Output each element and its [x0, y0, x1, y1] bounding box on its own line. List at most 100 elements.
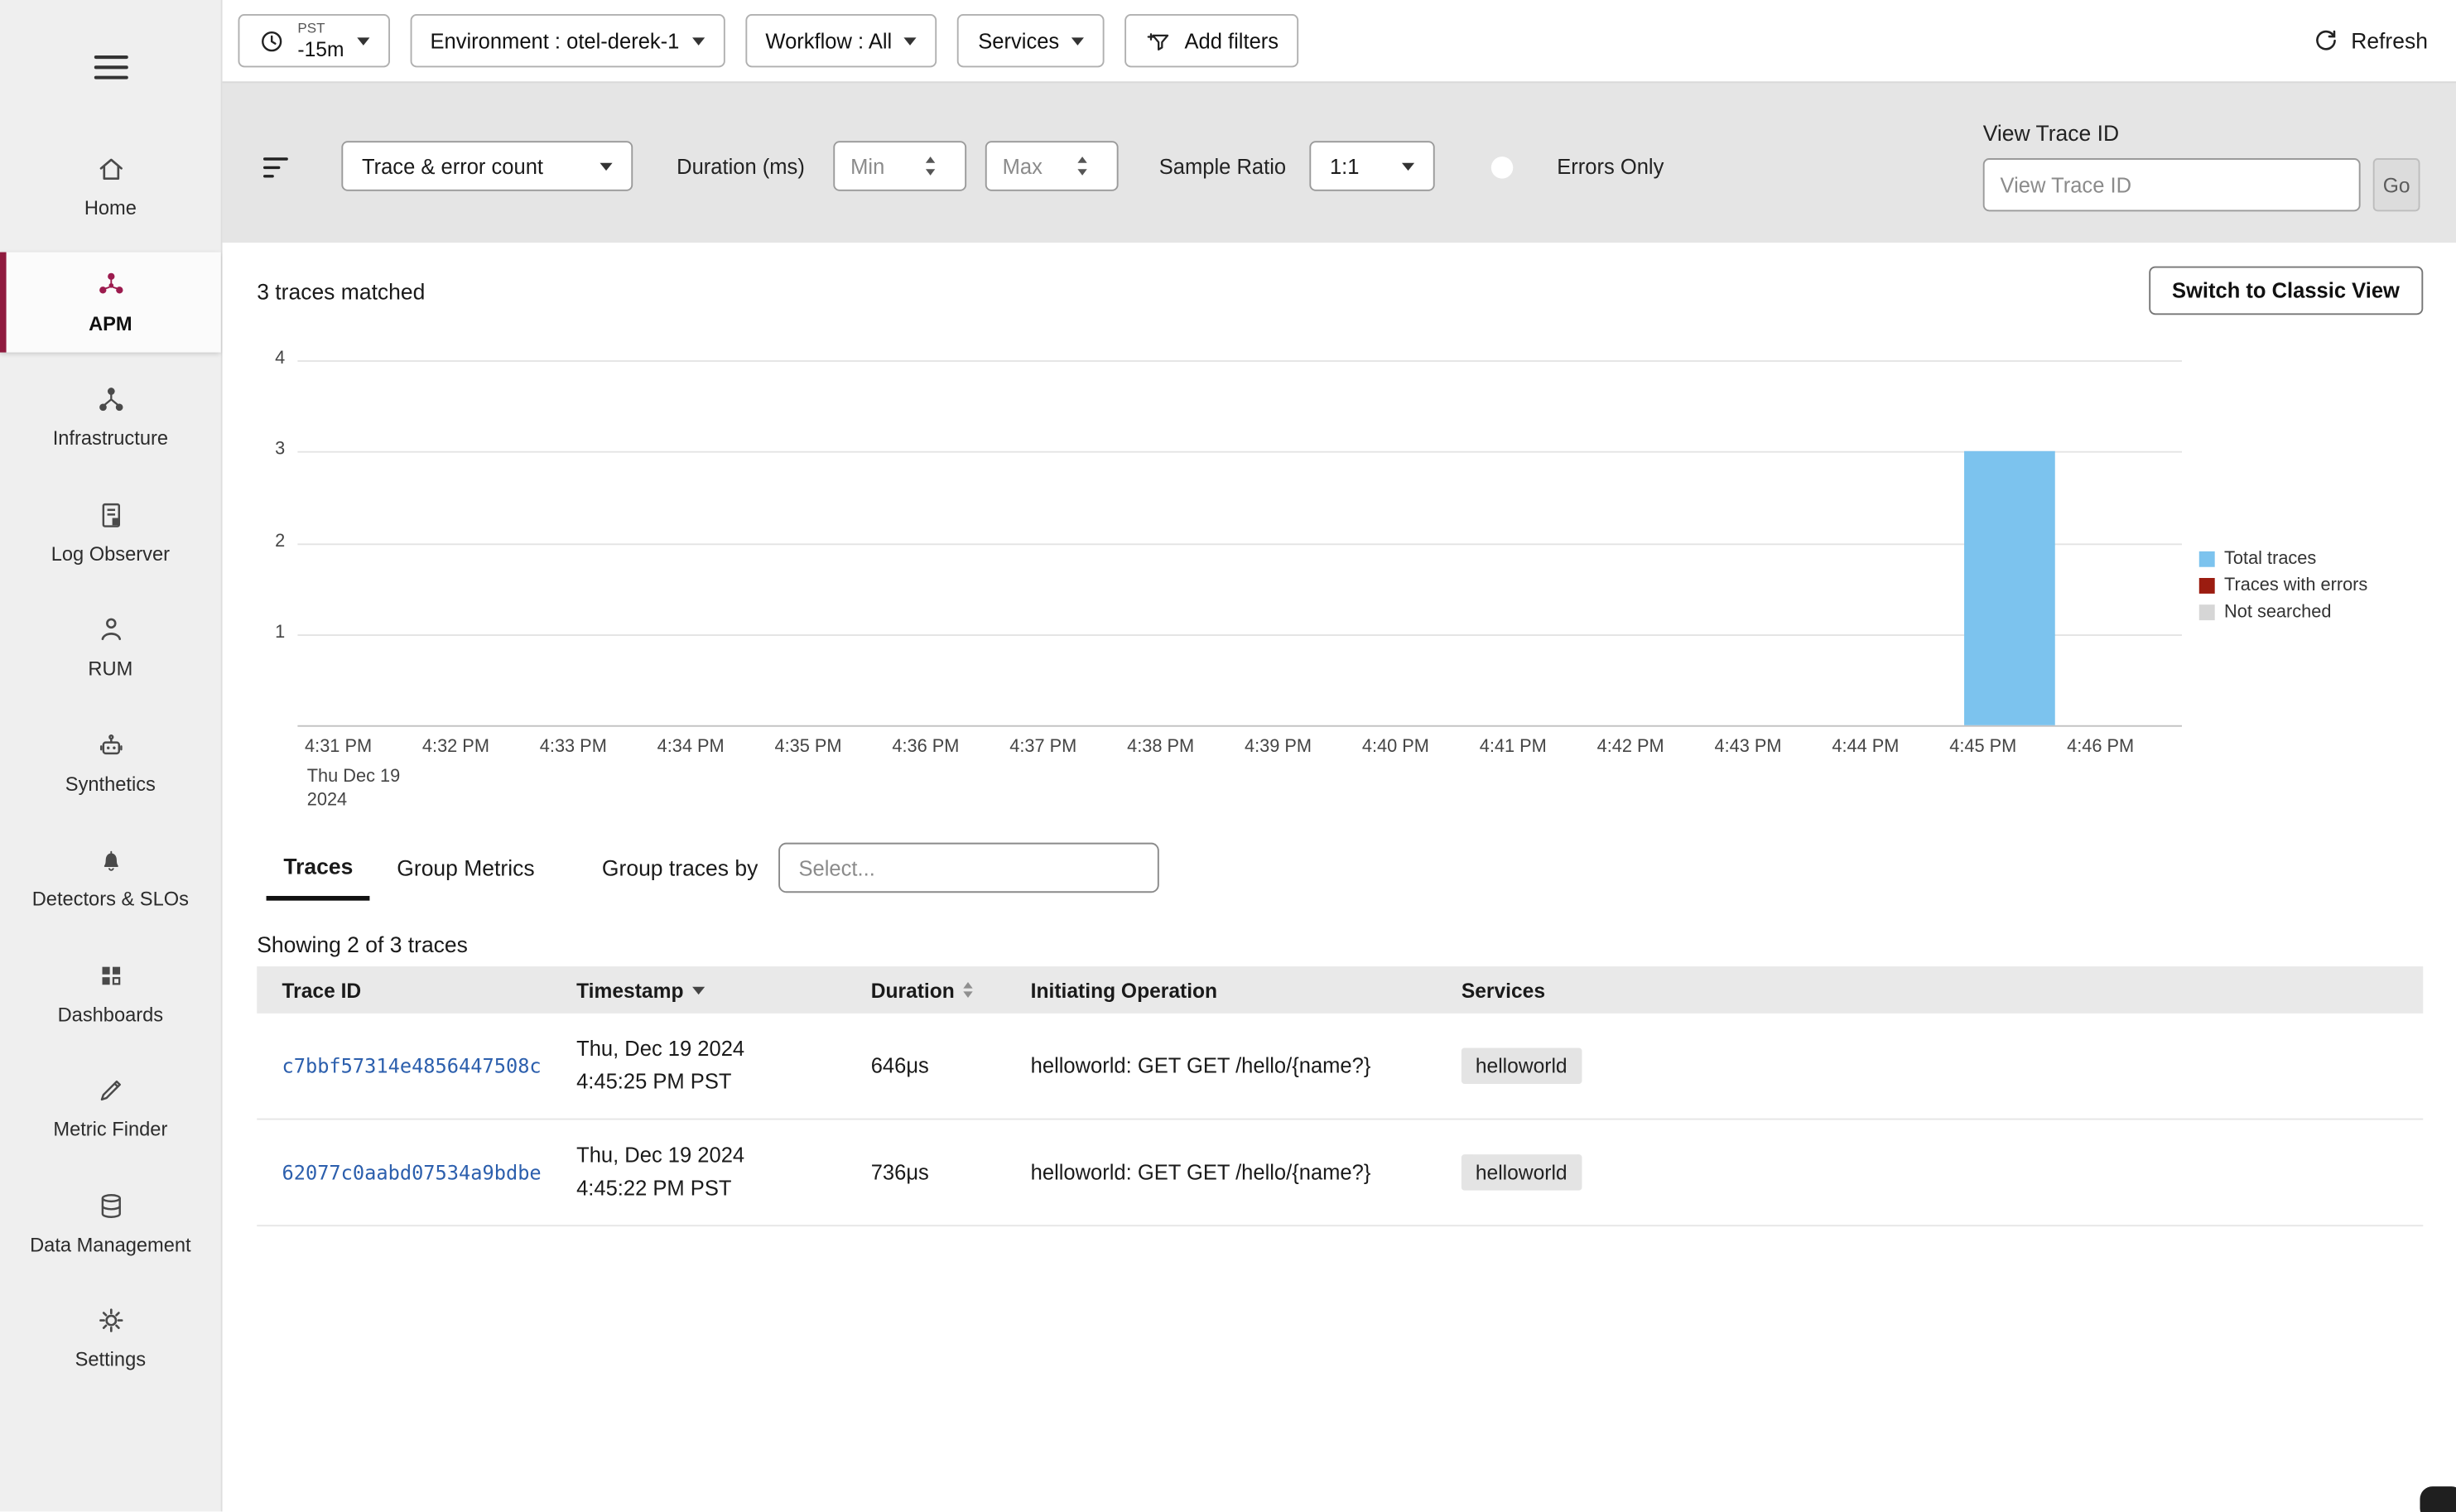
legend-swatch — [2199, 551, 2215, 567]
chevron-down-icon — [1402, 162, 1414, 170]
errors-only-label: Errors Only — [1557, 156, 1664, 178]
duration-min-input[interactable] — [835, 154, 922, 177]
sidebar-item-label: Infrastructure — [53, 426, 168, 454]
view-trace-id-input[interactable] — [1983, 158, 2361, 211]
sidebar-item-synthetics[interactable]: Synthetics — [0, 712, 221, 813]
tab-traces[interactable]: Traces — [267, 835, 371, 900]
legend-swatch — [2199, 578, 2215, 594]
x-tick-label: 4:40 PM — [1342, 738, 1449, 757]
traces-matched-text: 3 traces matched — [257, 279, 425, 304]
services-dropdown[interactable]: Services — [958, 14, 1105, 67]
content-area: PST -15m Environment : otel-derek-1 Work… — [223, 0, 2456, 1512]
sidebar-item-detectors-slos[interactable]: Detectors & SLOs — [0, 827, 221, 928]
apm-icon — [94, 266, 126, 303]
duration-max-stepper[interactable] — [985, 141, 1119, 191]
service-badge[interactable]: helloworld — [1462, 1154, 1582, 1191]
x-tick-label: 4:46 PM — [2047, 738, 2154, 757]
sidebar-item-label: APM — [89, 311, 132, 338]
metric-type-label: Trace & error count — [362, 154, 543, 177]
filter-sliders-icon[interactable] — [260, 153, 291, 181]
sidebar-item-data-management[interactable]: Data Management — [0, 1173, 221, 1274]
sidebar-item-settings[interactable]: Settings — [0, 1288, 221, 1389]
group-traces-by-select[interactable] — [778, 843, 1159, 893]
workflow-dropdown-label: Workflow : All — [765, 29, 892, 52]
view-trace-id-label: View Trace ID — [1983, 123, 2119, 144]
sidebar-item-dashboards[interactable]: Dashboards — [0, 942, 221, 1043]
duration-min-stepper[interactable] — [833, 141, 966, 191]
bell-icon — [94, 841, 126, 879]
sample-ratio-value: 1:1 — [1330, 154, 1360, 177]
duration-cell: 646μs — [859, 1054, 1019, 1077]
column-header-operation: Initiating Operation — [1019, 978, 1449, 1001]
sidebar-item-label: Log Observer — [51, 542, 170, 569]
metric-finder-icon — [94, 1071, 126, 1109]
sidebar-item-label: Settings — [75, 1347, 146, 1375]
chart-date-line2: 2024 — [307, 789, 400, 812]
switch-to-classic-view-button[interactable]: Switch to Classic View — [2149, 267, 2424, 315]
chart-bar[interactable] — [1964, 451, 2055, 725]
topbar: PST -15m Environment : otel-derek-1 Work… — [223, 0, 2456, 81]
sidebar-item-label: Synthetics — [65, 772, 156, 799]
dashboards-icon — [94, 956, 126, 994]
table-row: 62077c0aabd07534a9bdbe Thu, Dec 19 2024 … — [257, 1120, 2423, 1226]
column-header-timestamp[interactable]: Timestamp — [564, 978, 859, 1001]
chevron-down-icon — [692, 36, 705, 44]
gridline — [297, 542, 2182, 544]
environment-dropdown[interactable]: Environment : otel-derek-1 — [410, 14, 725, 67]
sidebar-item-label: Metric Finder — [53, 1117, 167, 1144]
trace-id-link[interactable]: c7bbf57314e4856447508c — [282, 1054, 563, 1077]
legend-swatch — [2199, 604, 2215, 620]
menu-button[interactable] — [90, 47, 131, 88]
stepper-arrows-icon[interactable] — [926, 156, 935, 176]
sidebar-item-log-observer[interactable]: Log Observer — [0, 482, 221, 583]
tab-group-metrics[interactable]: Group Metrics — [379, 835, 551, 900]
x-tick-label: 4:44 PM — [1813, 738, 1919, 757]
sidebar-item-apm[interactable]: APM — [0, 252, 221, 353]
y-tick-label: 3 — [275, 441, 285, 460]
sidebar-item-home[interactable]: Home — [0, 137, 221, 238]
traces-table: Trace ID Timestamp Duration Initiating O… — [257, 966, 2423, 1226]
sidebar-item-metric-finder[interactable]: Metric Finder — [0, 1057, 221, 1158]
column-header-trace-id[interactable]: Trace ID — [257, 978, 564, 1001]
duration-label: Duration (ms) — [677, 156, 805, 178]
x-tick-label: 4:41 PM — [1460, 738, 1567, 757]
service-badge[interactable]: helloworld — [1462, 1047, 1582, 1084]
metric-type-dropdown[interactable]: Trace & error count — [341, 141, 633, 191]
sidebar-item-infrastructure[interactable]: Infrastructure — [0, 367, 221, 468]
sidebar-item-label: Dashboards — [58, 1002, 164, 1029]
traces-chart-plot — [297, 360, 2182, 727]
chart-x-axis: 4:31 PM4:32 PM4:33 PM4:34 PM4:35 PM4:36 … — [297, 738, 2182, 763]
add-filters-button[interactable]: Add filters — [1125, 14, 1299, 67]
table-header-row: Trace ID Timestamp Duration Initiating O… — [257, 966, 2423, 1014]
chart-legend: Total traces Traces with errors Not sear… — [2199, 550, 2368, 629]
duration-max-input[interactable] — [987, 154, 1075, 177]
sidebar: Home APM Infrastructure Log Observer — [0, 0, 223, 1512]
stepper-arrows-icon[interactable] — [1077, 156, 1086, 176]
help-widget-button[interactable] — [2420, 1487, 2456, 1512]
main-content: 3 traces matched Switch to Classic View … — [223, 243, 2456, 1512]
sample-ratio-dropdown[interactable]: 1:1 — [1309, 141, 1434, 191]
synthetics-icon — [94, 726, 126, 763]
duration-cell: 736μs — [859, 1161, 1019, 1184]
x-tick-label: 4:35 PM — [755, 738, 862, 757]
refresh-icon — [2314, 28, 2338, 53]
refresh-button[interactable]: Refresh — [2314, 28, 2428, 53]
y-tick-label: 4 — [275, 349, 285, 368]
trace-id-link[interactable]: 62077c0aabd07534a9bdbe — [282, 1161, 563, 1184]
chevron-down-icon — [600, 162, 612, 170]
workflow-dropdown[interactable]: Workflow : All — [745, 14, 937, 67]
table-row: c7bbf57314e4856447508c Thu, Dec 19 2024 … — [257, 1014, 2423, 1120]
sidebar-item-rum[interactable]: RUM — [0, 597, 221, 698]
go-button[interactable]: Go — [2373, 158, 2420, 211]
add-filters-label: Add filters — [1185, 29, 1279, 52]
x-tick-label: 4:42 PM — [1577, 738, 1684, 757]
showing-count-text: Showing 2 of 3 traces — [257, 932, 468, 956]
timestamp-cell: Thu, Dec 19 2024 4:45:22 PM PST — [564, 1139, 859, 1205]
infrastructure-icon — [94, 381, 126, 418]
x-tick-label: 4:39 PM — [1225, 738, 1332, 757]
time-picker-button[interactable]: PST -15m — [238, 14, 390, 67]
legend-item: Total traces — [2199, 550, 2368, 569]
column-header-duration[interactable]: Duration — [859, 978, 1019, 1001]
tabs-row: Traces Group Metrics Group traces by — [257, 835, 2423, 900]
filter-bar: Trace & error count Duration (ms) Sample… — [223, 81, 2456, 243]
